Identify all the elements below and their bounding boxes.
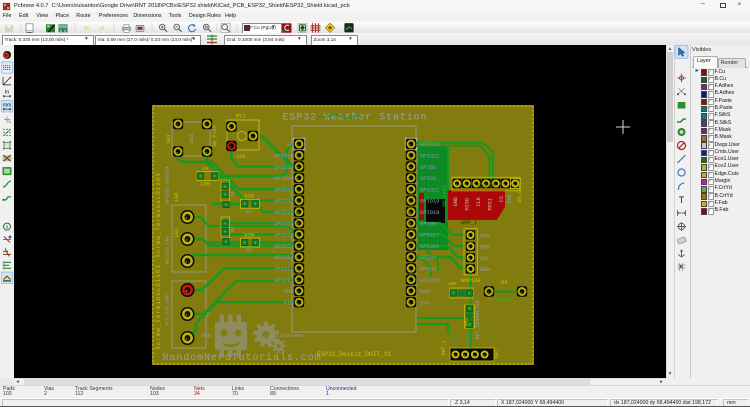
svg-text:10K: 10K <box>448 281 457 287</box>
svg-text:ESP32_D: ESP32_D <box>295 205 301 225</box>
svg-text:4K7: 4K7 <box>464 317 470 326</box>
svg-text:10K: 10K <box>200 181 211 188</box>
svg-text:GPIO14: GPIO14 <box>274 255 293 261</box>
svg-text:10K: 10K <box>236 154 246 160</box>
svg-text:SW1: SW1 <box>166 134 172 143</box>
svg-text:MOSI: MOSI <box>488 198 494 210</box>
svg-text:GPIO18: GPIO18 <box>420 210 439 216</box>
svg-text:DATA: DATA <box>466 332 472 344</box>
svg-text:GPIO12: GPIO12 <box>274 267 293 273</box>
svg-text:R2: R2 <box>246 248 252 254</box>
svg-text:GPIO22: GPIO22 <box>420 154 439 160</box>
svg-text:330: 330 <box>244 232 255 239</box>
svg-text:R1: R1 <box>246 209 252 215</box>
svg-text:R4: R4 <box>203 166 209 172</box>
svg-text:NOT_CONNECTED: NOT_CONNECTED <box>475 300 481 339</box>
svg-text:GPIO35: GPIO35 <box>274 187 293 193</box>
svg-text:Screw_TerminaL01x03: Screw_TerminaL01x03 <box>155 264 162 350</box>
svg-text:CLK: CLK <box>476 196 482 206</box>
svg-text:GPIO15: GPIO15 <box>420 278 439 284</box>
svg-text:GPIO36: GPIO36 <box>274 154 293 160</box>
svg-text:VCC: VCC <box>451 334 457 343</box>
svg-text:mm: mm <box>3 103 11 109</box>
svg-text:VIN: VIN <box>284 300 294 306</box>
svg-text:D2: D2 <box>230 226 236 232</box>
svg-text:GPIO2: GPIO2 <box>420 267 436 273</box>
svg-text:BMP180: BMP180 <box>461 278 480 284</box>
svg-text:ESP32_D: ESP32_D <box>407 205 413 225</box>
svg-text:GPIO1: GPIO1 <box>420 165 436 171</box>
svg-text:Ohm: Ohm <box>202 333 211 339</box>
svg-text:GPIO4: GPIO4 <box>420 255 436 261</box>
svg-text:T: T <box>679 195 685 205</box>
svg-text:LED: LED <box>174 228 180 237</box>
svg-text:RV1: RV1 <box>236 114 246 120</box>
svg-text:BMP_1: BMP_1 <box>461 220 477 226</box>
svg-text:GPIO32: GPIO32 <box>274 199 293 205</box>
svg-text:LED: LED <box>174 192 180 201</box>
svg-text:GPIO33: GPIO33 <box>274 210 293 216</box>
svg-text:CS: CS <box>499 196 505 202</box>
svg-text:GPIO12 GPIO14: GPIO12 GPIO14 <box>165 166 171 204</box>
svg-text:GND: GND <box>488 334 494 343</box>
svg-text:VCC 3V3 GND: VCC 3V3 GND <box>165 294 171 326</box>
svg-text:RandomNerdTutorials.com: RandomNerdTutorials.com <box>162 352 321 364</box>
svg-text:3V3: 3V3 <box>507 194 513 203</box>
svg-text:SDA: SDA <box>480 267 490 273</box>
svg-text:GPIO26: GPIO26 <box>274 233 293 239</box>
svg-text:GND: GND <box>284 289 294 295</box>
svg-text:GPIO23: GPIO23 <box>420 142 439 148</box>
svg-text:In: In <box>5 90 10 96</box>
svg-text:GPIO21: GPIO21 <box>420 187 439 193</box>
svg-text:GPIO34: GPIO34 <box>274 176 293 182</box>
svg-text:GPIO13 GND: GPIO13 GND <box>165 235 171 264</box>
svg-text:R_PHOTO: R_PHOTO <box>489 297 512 303</box>
svg-text:DHT_1: DHT_1 <box>441 340 447 355</box>
svg-text:a: a <box>6 225 9 231</box>
svg-text:EN: EN <box>287 142 293 148</box>
svg-text:MISO: MISO <box>465 198 471 210</box>
svg-text:GPIO17: GPIO17 <box>420 233 439 239</box>
svg-text:GPIO25: GPIO25 <box>274 221 293 227</box>
svg-text:GPIO27: GPIO27 <box>274 244 293 250</box>
svg-text:GPIO3: GPIO3 <box>420 176 436 182</box>
svg-text:D1: D1 <box>230 191 236 197</box>
svg-text:GND: GND <box>480 245 490 251</box>
svg-text:SW_Push: SW_Push <box>212 125 218 147</box>
svg-text:SD_CARD: SD_CARD <box>476 183 496 189</box>
svg-text:GPIO19: GPIO19 <box>420 199 439 205</box>
svg-text:SD_CARD1: SD_CARD1 <box>517 178 523 203</box>
svg-text:DHT: DHT <box>494 349 500 358</box>
svg-text:SCL: SCL <box>480 256 490 262</box>
svg-text:GND: GND <box>420 289 430 295</box>
svg-text:330: 330 <box>244 193 255 200</box>
svg-text:ESP32_Devkit_DOIT_V1: ESP32_Devkit_DOIT_V1 <box>317 351 392 358</box>
svg-text:VIN: VIN <box>480 233 490 239</box>
svg-text:GPIO39: GPIO39 <box>274 165 293 171</box>
svg-text:GPIO13: GPIO13 <box>274 278 293 284</box>
svg-text:SD_CARD: SD_CARD <box>442 185 448 207</box>
svg-text:ESP32 Weather Station: ESP32 Weather Station <box>283 112 428 124</box>
svg-text:GPIO5: GPIO5 <box>420 221 436 227</box>
svg-text:R6: R6 <box>501 280 507 286</box>
svg-text:J2: J2 <box>206 312 212 318</box>
svg-text:3V3: 3V3 <box>420 300 430 306</box>
svg-text:GPIO16: GPIO16 <box>420 244 439 250</box>
svg-text:Screw_TerminaL01x03: Screw_TerminaL01x03 <box>155 172 162 258</box>
svg-text:SW1: SW1 <box>189 134 195 143</box>
svg-text:GND: GND <box>453 197 459 206</box>
